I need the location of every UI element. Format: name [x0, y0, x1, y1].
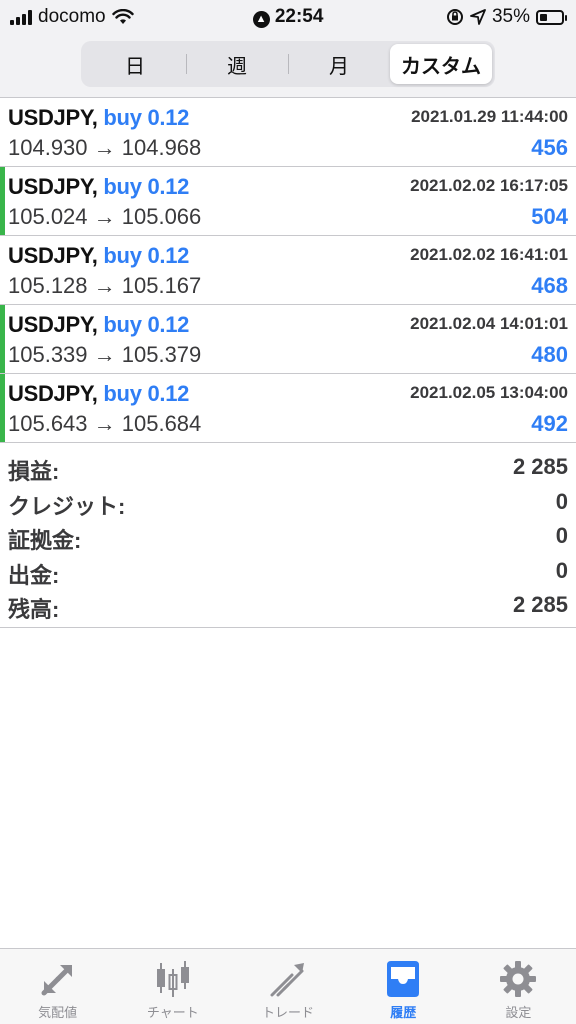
- summary-value: 2 285: [512, 592, 568, 617]
- navigation-circle-icon: ▲: [252, 11, 270, 28]
- segment-custom[interactable]: カスタム: [390, 44, 492, 84]
- trade-row[interactable]: USDJPY, buy 0.12 2021.01.29 11:44:00 104…: [0, 98, 576, 167]
- summary-label: 残高:: [8, 597, 60, 622]
- tab-history[interactable]: 履歴: [346, 949, 461, 1024]
- trade-side: buy 0.12: [103, 105, 190, 130]
- summary-label: クレジット:: [8, 493, 126, 519]
- trade-symbol: USDJPY, buy 0.12: [8, 174, 189, 200]
- tab-chart[interactable]: チャート: [115, 949, 230, 1024]
- account-summary: 損益: 2 285 クレジット: 0 証拠金: 0 出金: 0 残高: 2 28…: [0, 452, 576, 628]
- summary-value: 0: [555, 488, 568, 514]
- trade-symbol: USDJPY, buy 0.12: [8, 312, 189, 338]
- trade-time: 2021.02.05 13:04:00: [410, 383, 568, 402]
- trade-time: 2021.01.29 11:44:00: [411, 107, 568, 126]
- tab-label: チャート: [146, 1005, 199, 1020]
- trade-row[interactable]: USDJPY, buy 0.12 2021.02.05 13:04:00 105…: [0, 374, 576, 443]
- summary-row-profit: 損益: 2 285: [0, 452, 576, 487]
- symbol-text: USDJPY,: [8, 312, 98, 337]
- trade-symbol: USDJPY, buy 0.12: [8, 105, 189, 131]
- trade-time: 2021.02.02 16:17:05: [410, 176, 568, 195]
- tab-label: 気配値: [38, 1005, 78, 1020]
- trade-history-list: USDJPY, buy 0.12 2021.01.29 11:44:00 104…: [0, 98, 576, 443]
- trade-marker: [0, 374, 5, 442]
- battery-percent: 35%: [491, 6, 530, 27]
- period-header: 日 週 月 カスタム: [0, 32, 576, 98]
- segment-month[interactable]: 月: [288, 44, 390, 84]
- clock: 22:54: [274, 6, 324, 27]
- summary-row-withdrawal: 出金: 0: [0, 556, 576, 591]
- symbol-text: USDJPY,: [8, 243, 98, 268]
- summary-value: 0: [555, 557, 568, 583]
- trade-time: 2021.02.02 16:41:01: [410, 245, 568, 264]
- period-segmented-control: 日 週 月 カスタム: [81, 41, 495, 87]
- trade-marker: [0, 305, 5, 373]
- trade-side: buy 0.12: [103, 174, 190, 199]
- tab-quotes[interactable]: 気配値: [0, 949, 115, 1024]
- summary-label: 出金:: [8, 562, 60, 588]
- segment-week[interactable]: 週: [186, 44, 288, 84]
- trade-profit: 480: [531, 342, 568, 367]
- symbol-text: USDJPY,: [8, 174, 98, 199]
- trade-prices: 105.024 → 105.066: [8, 204, 202, 229]
- location-arrow-icon: [470, 9, 486, 25]
- trade-symbol: USDJPY, buy 0.12: [8, 381, 189, 407]
- trade-trend-icon: [270, 963, 304, 997]
- status-bar: docomo ▲ 22:54 35%: [0, 0, 576, 32]
- rotation-lock-icon: [446, 9, 463, 25]
- trade-side: buy 0.12: [103, 243, 190, 268]
- trade-prices: 105.643 → 105.684: [8, 411, 202, 436]
- quotes-arrows-icon: [41, 965, 72, 996]
- summary-row-deposit: 証拠金: 0: [0, 521, 576, 556]
- trade-profit: 492: [531, 411, 568, 436]
- tab-settings[interactable]: 設定: [461, 949, 576, 1024]
- summary-row-balance: 残高: 2 285: [0, 590, 576, 625]
- trade-symbol: USDJPY, buy 0.12: [8, 243, 189, 269]
- battery-icon: [536, 9, 567, 25]
- tab-label: 設定: [505, 1005, 532, 1020]
- trade-profit: 468: [531, 273, 568, 298]
- trade-marker: [0, 167, 5, 235]
- trade-row[interactable]: USDJPY, buy 0.12 2021.02.02 16:41:01 105…: [0, 236, 576, 305]
- trade-time: 2021.02.04 14:01:01: [410, 314, 568, 333]
- trade-prices: 105.339 → 105.379: [8, 342, 202, 367]
- summary-value: 2 285: [512, 454, 568, 479]
- segment-day[interactable]: 日: [84, 44, 186, 84]
- tab-label: 履歴: [390, 1005, 417, 1020]
- trade-side: buy 0.12: [103, 312, 190, 337]
- trade-side: buy 0.12: [103, 381, 190, 406]
- bottom-tab-bar: 気配値 チャート トレード 履歴 設定: [0, 948, 576, 1024]
- status-right: 35%: [446, 6, 567, 28]
- summary-row-credit: クレジット: 0: [0, 487, 576, 522]
- symbol-text: USDJPY,: [8, 381, 98, 406]
- summary-label: 証拠金:: [8, 528, 82, 553]
- summary-value: 0: [555, 523, 568, 548]
- trade-prices: 104.930 → 104.968: [8, 135, 202, 160]
- candlestick-chart-icon: [156, 961, 189, 997]
- symbol-text: USDJPY,: [8, 105, 98, 130]
- trade-prices: 105.128 → 105.167: [8, 273, 202, 298]
- history-inbox-icon: [387, 961, 420, 997]
- tab-trade[interactable]: トレード: [230, 949, 345, 1024]
- gear-icon: [500, 961, 537, 997]
- trade-row[interactable]: USDJPY, buy 0.12 2021.02.04 14:01:01 105…: [0, 305, 576, 374]
- trade-profit: 504: [531, 204, 568, 229]
- summary-label: 損益:: [8, 459, 60, 484]
- tab-label: トレード: [262, 1005, 315, 1020]
- trade-row[interactable]: USDJPY, buy 0.12 2021.02.02 16:17:05 105…: [0, 167, 576, 236]
- trade-profit: 456: [531, 135, 568, 160]
